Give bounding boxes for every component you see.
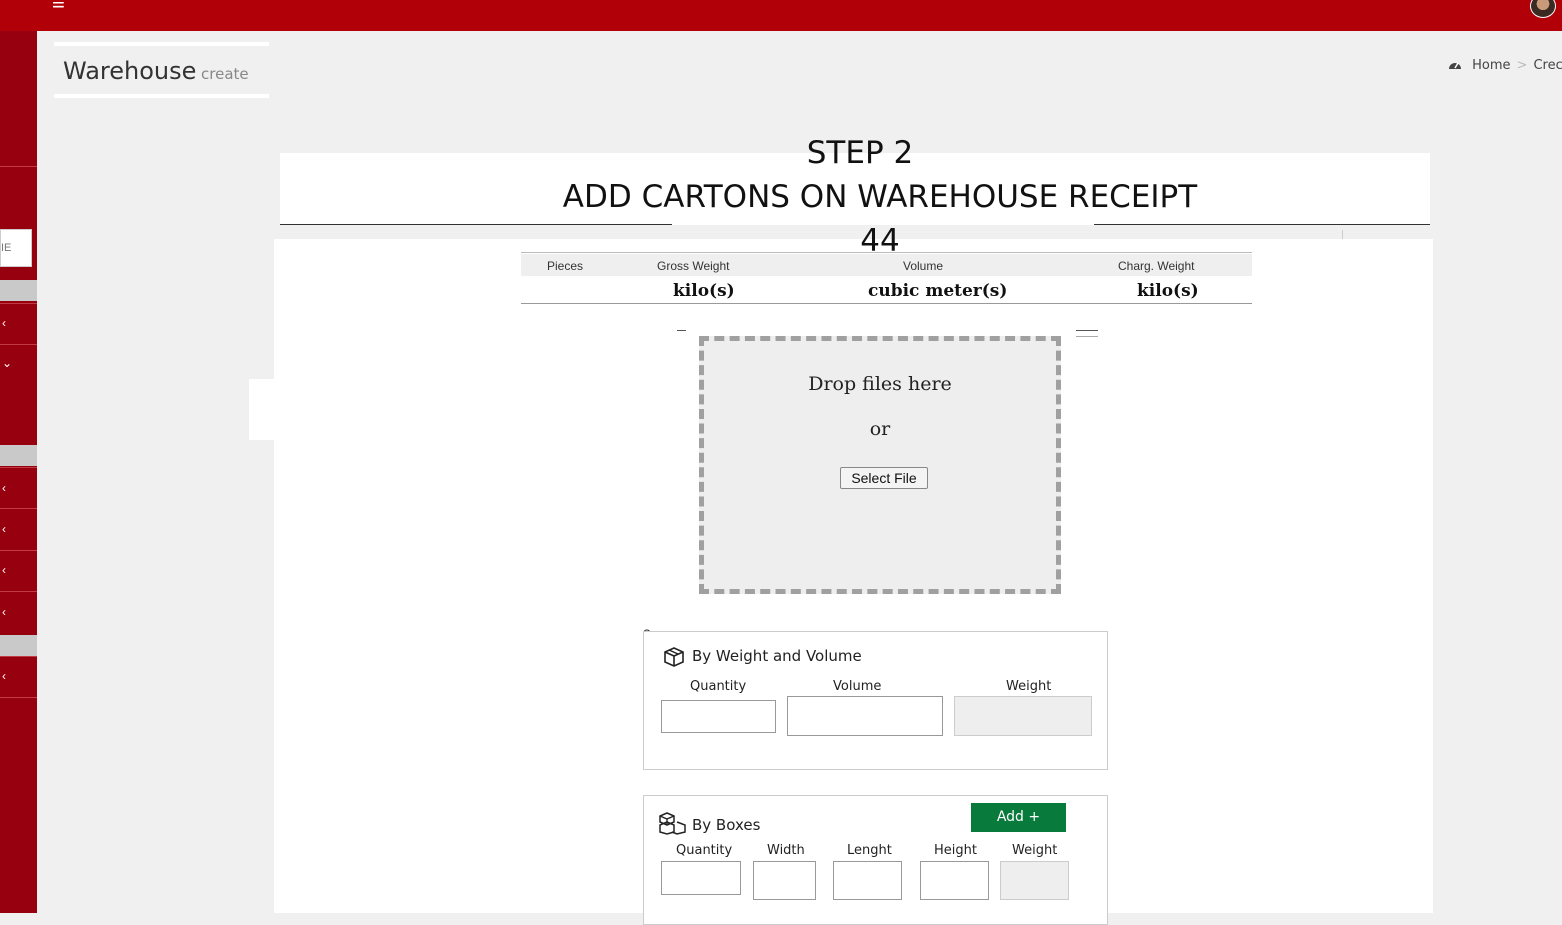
add-box-button[interactable]: Add + bbox=[971, 803, 1066, 832]
box-icon bbox=[663, 647, 685, 672]
by-boxes-title: By Boxes bbox=[692, 816, 761, 834]
header-volume: Volume bbox=[903, 259, 944, 273]
weight-input-readonly bbox=[954, 696, 1092, 736]
breadcrumb-separator: > bbox=[1516, 58, 1528, 73]
sidebar-divider bbox=[0, 591, 37, 592]
volume-label: Volume bbox=[833, 679, 882, 694]
page-subtitle: create bbox=[201, 65, 249, 83]
sidebar-divider bbox=[0, 344, 37, 345]
divider bbox=[1076, 330, 1098, 331]
sidebar-section-header bbox=[0, 280, 37, 301]
sidebar-search-input[interactable]: IE bbox=[0, 229, 32, 267]
quantity-input[interactable] bbox=[661, 700, 776, 733]
header-pieces: Pieces bbox=[547, 259, 584, 273]
header-chargeable-weight: Charg. Weight bbox=[1118, 259, 1195, 273]
step-number: STEP 2 bbox=[806, 135, 914, 171]
divider bbox=[677, 330, 686, 331]
box-weight-label: Weight bbox=[1012, 843, 1058, 858]
sidebar-divider bbox=[0, 697, 37, 698]
dashboard-icon bbox=[1448, 58, 1472, 73]
dropzone-or: or bbox=[869, 418, 891, 440]
box-width-label: Width bbox=[767, 843, 805, 858]
box-quantity-input[interactable] bbox=[661, 861, 741, 895]
value-gross-weight: kilo(s) bbox=[673, 281, 735, 301]
chevron-left-icon[interactable]: ‹ bbox=[2, 523, 6, 535]
step-description: ADD CARTONS ON WAREHOUSE RECEIPT 44 bbox=[562, 179, 1198, 259]
box-height-input[interactable] bbox=[920, 861, 989, 900]
step-title: STEP 2 ADD CARTONS ON WAREHOUSE RECEIPT … bbox=[560, 131, 1200, 263]
header-gross-weight: Gross Weight bbox=[657, 259, 730, 273]
sidebar-divider bbox=[0, 508, 37, 509]
volume-input[interactable] bbox=[787, 696, 943, 736]
chevron-left-icon[interactable]: ‹ bbox=[2, 670, 6, 682]
by-weight-volume-title: By Weight and Volume bbox=[692, 647, 862, 665]
sidebar-section-header bbox=[0, 635, 37, 656]
top-navbar: ≡ bbox=[0, 0, 1562, 31]
breadcrumb-home-link[interactable]: Home bbox=[1472, 58, 1510, 73]
sidebar-divider bbox=[0, 550, 37, 551]
box-height-label: Height bbox=[934, 843, 977, 858]
box-width-input[interactable] bbox=[753, 861, 816, 900]
chevron-left-icon[interactable]: ‹ bbox=[2, 564, 6, 576]
breadcrumb: Home > Crec bbox=[1448, 58, 1562, 73]
box-length-label: Lenght bbox=[847, 843, 892, 858]
sidebar-divider bbox=[0, 166, 37, 167]
chevron-down-icon[interactable]: ⌄ bbox=[2, 357, 12, 369]
file-dropzone[interactable]: Drop files here or Select File bbox=[699, 336, 1061, 594]
sidebar-section-header bbox=[0, 445, 37, 466]
divider bbox=[1076, 336, 1098, 337]
breadcrumb-current: Crec bbox=[1533, 58, 1562, 73]
box-quantity-label: Quantity bbox=[676, 843, 733, 858]
sidebar-divider bbox=[0, 467, 37, 468]
page-header: Warehouse create bbox=[54, 42, 269, 98]
dropzone-text: Drop files here bbox=[808, 373, 952, 395]
divider bbox=[1342, 230, 1343, 239]
user-avatar-icon[interactable] bbox=[1530, 0, 1556, 18]
chevron-left-icon[interactable]: ‹ bbox=[2, 606, 6, 618]
box-weight-input-readonly bbox=[1000, 861, 1069, 900]
chevron-left-icon[interactable]: ‹ bbox=[2, 482, 6, 494]
panel-edge bbox=[249, 379, 274, 440]
weight-label: Weight bbox=[1006, 679, 1052, 694]
value-volume: cubic meter(s) bbox=[868, 281, 1008, 301]
sidebar: IE ‹ ⌄ ‹ ‹ ‹ ‹ ‹ bbox=[0, 31, 37, 913]
sidebar-divider bbox=[0, 303, 37, 304]
chevron-left-icon[interactable]: ‹ bbox=[2, 317, 6, 329]
sidebar-divider bbox=[0, 656, 37, 657]
receipt-summary-table: Pieces Gross Weight Volume Charg. Weight… bbox=[521, 252, 1252, 304]
box-length-input[interactable] bbox=[833, 861, 902, 900]
value-chargeable-weight: kilo(s) bbox=[1137, 281, 1199, 301]
select-file-button[interactable]: Select File bbox=[840, 467, 928, 489]
hamburger-icon[interactable]: ≡ bbox=[52, 0, 65, 14]
boxes-icon bbox=[659, 812, 686, 840]
page-title: Warehouse bbox=[63, 57, 197, 85]
quantity-label: Quantity bbox=[690, 679, 747, 694]
